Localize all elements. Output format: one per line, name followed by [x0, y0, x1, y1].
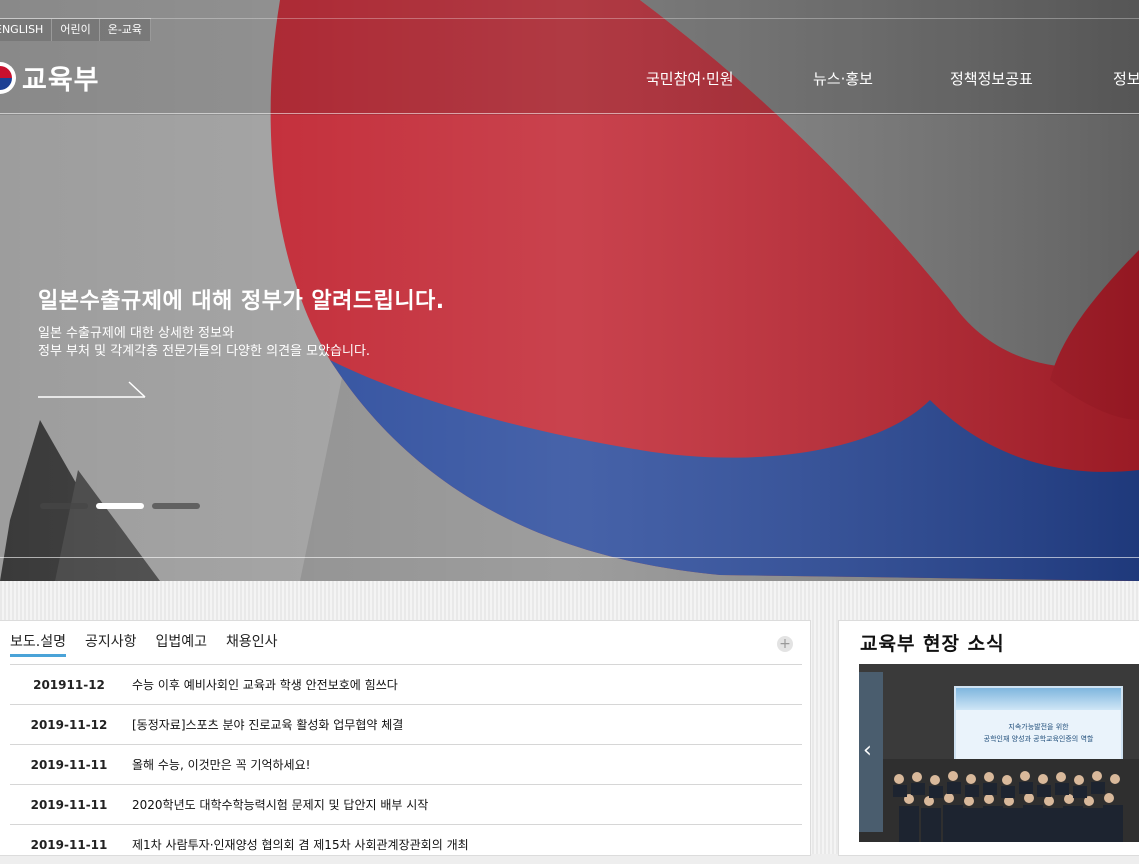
utility-links: ENGLISH 어린이 온-교육	[0, 18, 152, 43]
event-banner: 지속가능발전을 위한 공학인재 양성과 공학교육인증의 역할	[954, 686, 1123, 770]
slide-desc-line-1: 일본 수출규제에 대한 상세한 정보와	[38, 326, 234, 341]
news-title[interactable]: 올해 수능, 이것만은 꼭 기억하세요!	[132, 756, 310, 773]
link-kids[interactable]: 어린이	[52, 19, 100, 41]
arrow-right-icon[interactable]	[37, 380, 149, 400]
nav-news[interactable]: 뉴스·홍보	[813, 68, 873, 89]
field-news-title: 교육부 현장 소식	[860, 633, 1005, 655]
nav-policy-info[interactable]: 정책정보공표	[950, 68, 1033, 89]
news-row[interactable]: 201911-12 수능 이후 예비사회인 교육과 학생 안전보호에 힘쓰다	[10, 664, 802, 704]
news-date: 2019-11-11	[30, 837, 108, 852]
pager-dot-3[interactable]	[152, 503, 200, 509]
slide-pager	[40, 503, 200, 509]
banner-line-1: 지속가능발전을 위한	[1008, 723, 1069, 731]
news-title[interactable]: 2020학년도 대학수학능력시험 문제지 및 답안지 배부 시작	[132, 796, 428, 813]
banner-line-2: 공학인재 양성과 공학교육인증의 역할	[983, 735, 1094, 743]
field-news-photo[interactable]: 지속가능발전을 위한 공학인재 양성과 공학교육인증의 역할 ‹	[859, 664, 1139, 842]
news-date: 2019-11-11	[30, 757, 108, 772]
slide-description: 일본 수출규제에 대한 상세한 정보와 정부 부처 및 각계각층 전문가들의 다…	[38, 325, 370, 361]
link-english[interactable]: ENGLISH	[0, 19, 53, 41]
news-date: 201911-12	[33, 677, 105, 692]
tab-press-release[interactable]: 보도.설명	[10, 631, 66, 657]
link-on-education[interactable]: 온-교육	[99, 19, 152, 41]
utility-top-line	[0, 18, 1139, 19]
main-navigation: 국민참여·민원 뉴스·홍보 정책정보공표 정보	[0, 68, 1139, 90]
news-date: 2019-11-11	[30, 797, 108, 812]
news-row[interactable]: 2019-11-12 [동정자료]스포츠 분야 진로교육 활성화 업무협약 체결	[10, 704, 802, 744]
news-row[interactable]: 2019-11-11 제1차 사람투자·인재양성 협의회 겸 제15차 사회관계…	[10, 824, 802, 864]
tab-notice[interactable]: 공지사항	[85, 631, 137, 657]
tab-legislation[interactable]: 입법예고	[156, 631, 208, 657]
chevron-left-icon[interactable]: ‹	[863, 738, 872, 763]
hero-bottom-line	[0, 557, 1139, 558]
pager-dot-2[interactable]	[96, 503, 144, 509]
pager-dot-1[interactable]	[40, 503, 88, 509]
news-tabs: 보도.설명 공지사항 입법예고 채용인사	[10, 631, 278, 657]
news-list: 201911-12 수능 이후 예비사회인 교육과 학생 안전보호에 힘쓰다 2…	[10, 664, 802, 864]
main-visual: ENGLISH 어린이 온-교육 교육부 국민참여·민원 뉴스·홍보 정책정보공…	[0, 0, 1139, 581]
header-divider	[0, 113, 1139, 114]
news-title[interactable]: [동정자료]스포츠 분야 진로교육 활성화 업무협약 체결	[132, 716, 403, 733]
news-row[interactable]: 2019-11-11 2020학년도 대학수학능력시험 문제지 및 답안지 배부…	[10, 784, 802, 824]
tab-recruitment[interactable]: 채용인사	[226, 631, 278, 657]
news-row[interactable]: 2019-11-11 올해 수능, 이것만은 꼭 기억하세요!	[10, 744, 802, 784]
crowd-image	[859, 759, 1139, 842]
slide-desc-line-2: 정부 부처 및 각계각층 전문가들의 다양한 의견을 모았습니다.	[38, 344, 371, 359]
nav-info[interactable]: 정보	[1113, 68, 1139, 89]
more-plus-icon[interactable]: +	[777, 636, 793, 652]
news-title[interactable]: 제1차 사람투자·인재양성 협의회 겸 제15차 사회관계장관회의 개최	[132, 836, 469, 853]
news-title[interactable]: 수능 이후 예비사회인 교육과 학생 안전보호에 힘쓰다	[132, 676, 398, 693]
slide-title[interactable]: 일본수출규제에 대해 정부가 알려드립니다.	[38, 283, 445, 315]
nav-participation[interactable]: 국민참여·민원	[646, 68, 734, 89]
news-date: 2019-11-12	[30, 717, 108, 732]
